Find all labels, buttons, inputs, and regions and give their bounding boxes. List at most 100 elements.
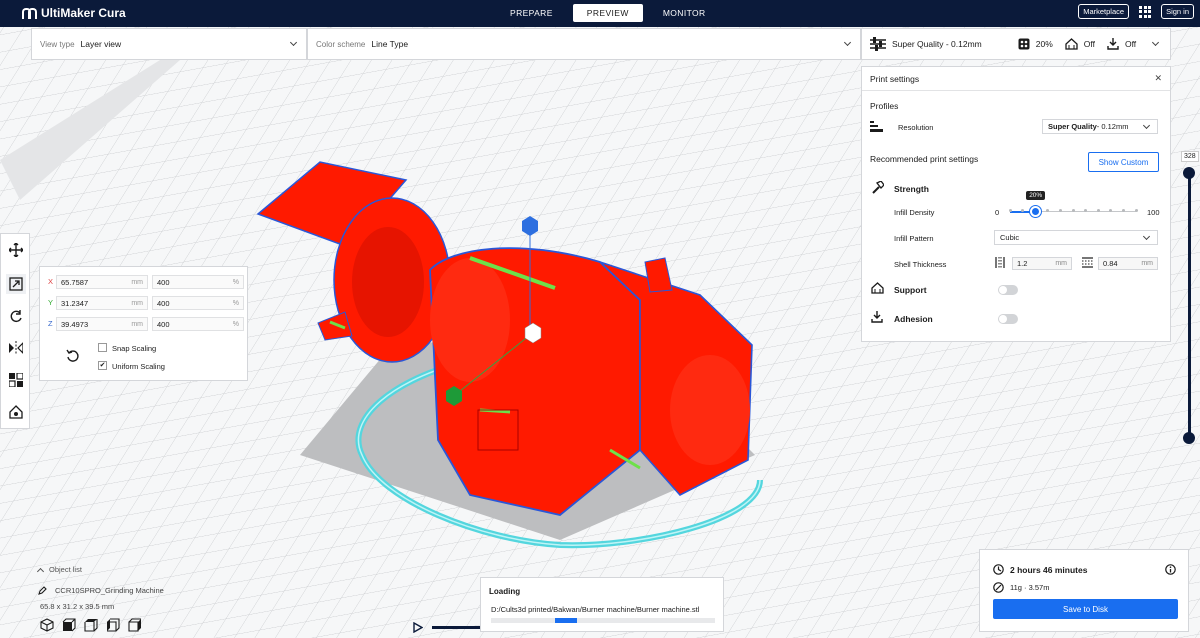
- infill-max-label: 100: [1147, 208, 1160, 217]
- profiles-heading: Profiles: [870, 101, 899, 111]
- infill-pattern-value: Cubic: [1000, 233, 1020, 242]
- rotate-icon: [10, 310, 22, 323]
- layer-slider-track[interactable]: [1188, 175, 1191, 437]
- layer-slider-bottom-handle[interactable]: [1183, 432, 1195, 444]
- mirror-icon: [9, 341, 23, 355]
- object-list-label[interactable]: Object list: [49, 565, 82, 574]
- loading-file-path: D:/Cults3d printed/Bakwan/Burner machine…: [491, 605, 700, 614]
- wall-thickness-icon: [995, 257, 1005, 268]
- rotate-tool-button[interactable]: [6, 306, 26, 326]
- ultimaker-logo-icon: [22, 7, 37, 19]
- layer-number-badge[interactable]: 328: [1181, 151, 1199, 162]
- view-left-icon[interactable]: [106, 618, 120, 632]
- print-settings-header[interactable]: Super Quality - 0.12mm 20% Off Off: [861, 28, 1171, 60]
- unit-label: %: [232, 320, 239, 328]
- save-to-disk-button[interactable]: Save to Disk: [993, 599, 1178, 619]
- z-percent-input[interactable]: 400%: [152, 317, 244, 331]
- x-percent-input[interactable]: 400%: [152, 275, 244, 289]
- apps-grid-icon[interactable]: [1139, 5, 1152, 18]
- support-blocker-button[interactable]: [6, 402, 26, 422]
- z-size-value: 39.4973: [61, 319, 89, 329]
- move-tool-button[interactable]: [6, 240, 26, 260]
- infill-pattern-select[interactable]: Cubic: [994, 230, 1158, 245]
- support-summary: Off: [1083, 39, 1095, 49]
- snap-scaling-checkbox[interactable]: [98, 343, 107, 352]
- support-icon: [1065, 38, 1078, 50]
- scale-icon: [9, 277, 23, 291]
- view-top-icon[interactable]: [84, 618, 98, 632]
- reset-scale-icon[interactable]: [66, 349, 79, 362]
- scale-panel: X 65.7587 mm 400% Y 31.2347 mm 400% Z 39.4…: [39, 266, 248, 381]
- resolution-select[interactable]: Super Quality - 0.12mm: [1042, 119, 1158, 134]
- y-percent-value: 400: [157, 298, 170, 308]
- x-axis-label: X: [48, 277, 54, 286]
- view-right-icon[interactable]: [128, 618, 142, 632]
- uniform-scaling-checkbox[interactable]: ✔: [98, 361, 107, 370]
- profile-summary: Super Quality - 0.12mm: [892, 39, 982, 49]
- material-spool-icon: [993, 582, 1004, 593]
- x-size-input[interactable]: 65.7587 mm: [56, 275, 148, 289]
- unit-label: mm: [1141, 260, 1153, 267]
- play-icon[interactable]: [413, 622, 423, 633]
- layer-slider-top-handle[interactable]: [1183, 167, 1195, 179]
- clock-icon: [993, 564, 1004, 575]
- left-toolbar: [0, 233, 30, 429]
- color-scheme-select[interactable]: Color scheme Line Type: [307, 28, 861, 60]
- loading-message: Loading D:/Cults3d printed/Bakwan/Burner…: [480, 577, 724, 632]
- chevron-down-icon[interactable]: [1151, 38, 1160, 47]
- adhesion-heading: Adhesion: [894, 314, 933, 324]
- close-icon[interactable]: ✕: [1154, 73, 1162, 84]
- view-3d-icon[interactable]: [40, 618, 54, 632]
- mirror-tool-button[interactable]: [6, 338, 26, 358]
- marketplace-button[interactable]: Marketplace: [1078, 4, 1130, 19]
- tab-prepare[interactable]: PREPARE: [496, 4, 567, 22]
- y-axis-label: Y: [48, 298, 54, 307]
- show-custom-button[interactable]: Show Custom: [1088, 152, 1159, 172]
- panel-title: Print settings: [870, 74, 920, 84]
- infill-summary: 20%: [1035, 39, 1053, 49]
- support-blocker-icon: [9, 405, 23, 419]
- loading-progress-bar: [491, 618, 715, 623]
- per-model-settings-button[interactable]: [6, 370, 26, 390]
- adhesion-toggle[interactable]: [998, 314, 1018, 324]
- wall-thickness-input[interactable]: 1.2 mm: [1012, 257, 1072, 270]
- app-logo: UltiMaker Cura: [22, 6, 126, 20]
- wall-thickness-value: 1.2: [1017, 259, 1028, 268]
- simulation-progress-track[interactable]: [432, 626, 482, 629]
- infill-slider-handle[interactable]: [1029, 206, 1041, 217]
- snap-scaling-label: Snap Scaling: [112, 344, 157, 353]
- tab-preview[interactable]: PREVIEW: [572, 4, 643, 22]
- camera-view-buttons: [40, 618, 142, 632]
- view-type-select[interactable]: View type Layer view: [31, 28, 307, 60]
- infill-density-slider[interactable]: [1008, 206, 1138, 218]
- support-toggle[interactable]: [998, 285, 1018, 295]
- z-percent-value: 400: [157, 319, 170, 329]
- z-axis-label: Z: [48, 319, 53, 328]
- pencil-icon[interactable]: [38, 586, 47, 595]
- infill-slider-tick: [1096, 209, 1100, 212]
- x-size-value: 65.7587: [61, 277, 89, 287]
- view-front-icon[interactable]: [62, 618, 76, 632]
- infill-min-label: 0: [995, 208, 1000, 217]
- sign-in-button[interactable]: Sign in: [1161, 4, 1194, 19]
- strength-heading: Strength: [894, 184, 929, 194]
- scale-tool-button[interactable]: [6, 274, 26, 294]
- object-list: Object list CCR10SPRO_Grinding Machine 6…: [36, 565, 164, 611]
- chevron-up-icon[interactable]: [36, 567, 45, 575]
- tab-monitor[interactable]: MONITOR: [649, 4, 720, 22]
- y-percent-input[interactable]: 400%: [152, 296, 244, 310]
- stage-tabs: PREPARE PREVIEW MONITOR: [496, 4, 720, 22]
- recommended-heading: Recommended print settings: [870, 154, 979, 164]
- color-scheme-label: Color scheme: [316, 39, 366, 49]
- infill-pattern-label: Infill Pattern: [894, 234, 934, 243]
- info-icon[interactable]: [1165, 564, 1176, 575]
- unit-label: mm: [131, 299, 143, 307]
- view-type-label: View type: [40, 39, 75, 49]
- loading-progress-indicator: [555, 618, 577, 623]
- z-size-input[interactable]: 39.4973 mm: [56, 317, 148, 331]
- print-time: 2 hours 46 minutes: [1010, 565, 1088, 575]
- app-title: UltiMaker Cura: [41, 6, 126, 20]
- y-size-input[interactable]: 31.2347 mm: [56, 296, 148, 310]
- top-bottom-thickness-input[interactable]: 0.84 mm: [1098, 257, 1158, 270]
- support-icon: [871, 282, 884, 294]
